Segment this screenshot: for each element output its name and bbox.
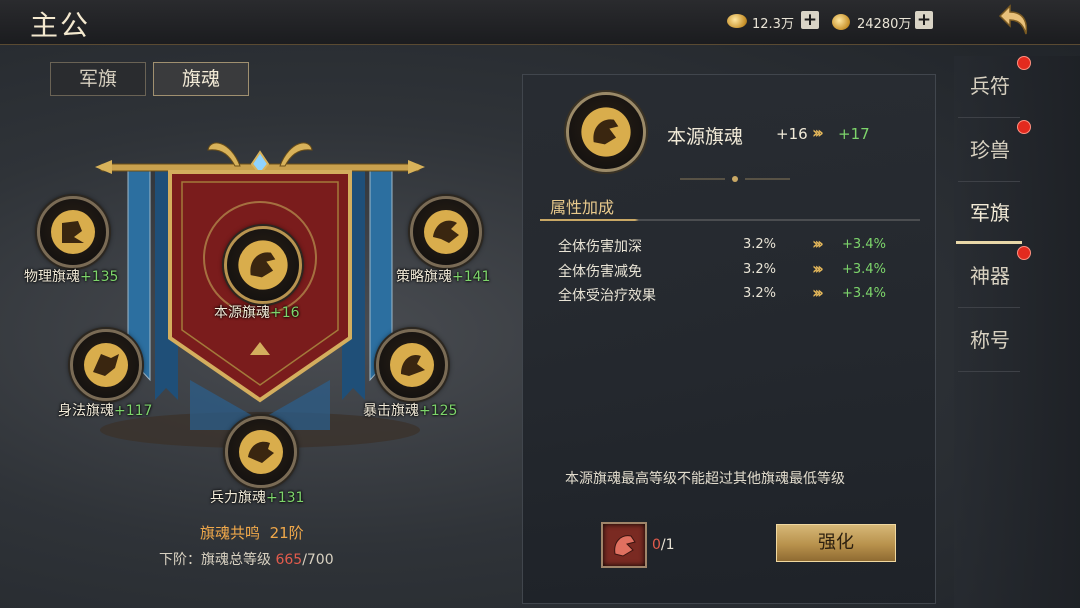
divider: [958, 371, 1020, 372]
add-currency2-button[interactable]: +: [915, 11, 933, 29]
upgrade-arrow-icon: ›››: [812, 283, 824, 302]
material-count: 0/1: [652, 537, 675, 553]
level-cap-notice: 本源旗魂最高等级不能超过其他旗魂最低等级: [565, 471, 845, 487]
troops-soul-label: 兵力旗魂+131: [210, 490, 305, 506]
physical-soul-node[interactable]: [37, 196, 109, 268]
material-item-icon: [614, 535, 636, 557]
notification-badge: [1017, 56, 1031, 70]
divider: [958, 117, 1020, 118]
origin-soul-emblem-icon: [566, 92, 646, 172]
sidenav-item-bingfu[interactable]: 兵符: [954, 55, 1026, 117]
divider: [958, 307, 1020, 308]
upgrade-arrow-icon: ›››: [812, 123, 824, 142]
resonance-tier: 旗魂共鸣 21阶: [200, 524, 304, 542]
next-level: +17: [838, 125, 870, 143]
active-indicator: [956, 241, 1022, 244]
attribute-section-title: 属性加成: [550, 198, 615, 217]
attr-name: 全体伤害减免: [558, 264, 642, 280]
critical-soul-node[interactable]: [376, 329, 448, 401]
material-item-slot[interactable]: [601, 522, 647, 568]
agility-soul-node[interactable]: [70, 329, 142, 401]
physical-soul-label: 物理旗魂+135: [24, 269, 119, 285]
soul-name: 本源旗魂: [667, 126, 744, 148]
sidenav-item-junqi[interactable]: 军旗: [954, 182, 1026, 244]
ornament-divider: [680, 176, 790, 182]
attr-next-value: +3.4%: [842, 237, 886, 252]
tab-qihun[interactable]: 旗魂: [153, 62, 249, 96]
currency1-value: 12.3万: [752, 17, 794, 32]
attr-next-value: +3.4%: [842, 286, 886, 301]
attr-value: 3.2%: [743, 286, 777, 301]
currency2-value: 24280万: [857, 17, 912, 32]
coin-icon: [832, 14, 850, 30]
sidenav-item-chenghao[interactable]: 称号: [954, 309, 1026, 371]
origin-soul-label: 本源旗魂+16: [214, 305, 300, 321]
attr-value: 3.2%: [743, 262, 777, 277]
upgrade-arrow-icon: ›››: [812, 234, 824, 253]
tab-junqi[interactable]: 军旗: [50, 62, 146, 96]
enhance-button[interactable]: 强化: [776, 524, 896, 562]
page-title: 主公: [30, 9, 91, 42]
next-tier-requirement: 下阶：旗魂总等级 665/700: [159, 552, 334, 568]
troops-soul-node[interactable]: [225, 416, 297, 488]
strategy-soul-node[interactable]: [410, 196, 482, 268]
attr-value: 3.2%: [743, 237, 777, 252]
origin-soul-node[interactable]: [224, 226, 302, 304]
attr-name: 全体伤害加深: [558, 239, 642, 255]
sidenav-item-zhenshou[interactable]: 珍兽: [954, 119, 1026, 181]
notification-badge: [1017, 120, 1031, 134]
attr-next-value: +3.4%: [842, 262, 886, 277]
critical-soul-label: 暴击旗魂+125: [363, 403, 458, 419]
back-arrow-icon[interactable]: [992, 2, 1032, 38]
notification-badge: [1017, 246, 1031, 260]
section-underline: [540, 219, 920, 221]
add-currency1-button[interactable]: +: [801, 11, 819, 29]
current-level: +16: [776, 125, 808, 143]
sidenav-item-shenqi[interactable]: 神器: [954, 245, 1026, 307]
attr-name: 全体受治疗效果: [558, 288, 656, 304]
strategy-soul-label: 策略旗魂+141: [396, 269, 491, 285]
agility-soul-label: 身法旗魂+117: [58, 403, 153, 419]
gold-ingot-icon: [727, 14, 747, 28]
upgrade-arrow-icon: ›››: [812, 259, 824, 278]
